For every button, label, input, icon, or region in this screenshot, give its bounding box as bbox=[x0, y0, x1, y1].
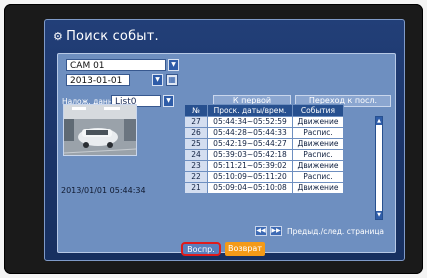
column-header-datetime: Проск. даты/врем. bbox=[207, 104, 293, 117]
table-scrollbar[interactable]: ▲ ▼ bbox=[375, 116, 383, 220]
row-event-type: Движение bbox=[292, 182, 344, 194]
dialog-title: ⚙ Поиск событ. bbox=[53, 29, 159, 44]
return-button[interactable]: Возврат bbox=[225, 242, 265, 256]
date-field[interactable]: 2013-01-01 bbox=[66, 74, 130, 86]
row-number: 23 bbox=[184, 160, 208, 172]
camera-dropdown-button[interactable]: ▼ bbox=[168, 59, 179, 71]
row-time-range: 05:11:21~05:39:02 bbox=[207, 160, 293, 172]
table-row[interactable]: 22 05:10:09~05:11:20 Распис. bbox=[184, 171, 344, 183]
row-time-range: 05:44:34~05:52:59 bbox=[207, 116, 293, 128]
events-table: № Проск. даты/врем. События 27 05:44:34~… bbox=[184, 104, 344, 194]
row-event-type: Распис. bbox=[292, 127, 344, 139]
row-time-range: 05:09:04~05:10:08 bbox=[207, 182, 293, 194]
monitor-frame: ⚙ Поиск событ. CAM 01 ▼ 2013-01-01 ▼ ▦ На… bbox=[4, 4, 423, 274]
row-event-type: Распис. bbox=[292, 171, 344, 183]
column-header-number: № bbox=[184, 104, 208, 117]
table-header-row: № Проск. даты/врем. События bbox=[184, 104, 344, 117]
play-button[interactable]: Воспр. bbox=[181, 242, 221, 256]
preview-timestamp: 2013/01/01 05:44:34 bbox=[61, 186, 146, 195]
page-nav-label: Предыд./след. страница bbox=[287, 227, 385, 236]
calendar-icon: ▦ bbox=[168, 75, 176, 84]
table-row[interactable]: 27 05:44:34~05:52:59 Движение bbox=[184, 116, 344, 128]
chevron-down-icon: ▼ bbox=[155, 76, 160, 83]
table-row[interactable]: 23 05:11:21~05:39:02 Движение bbox=[184, 160, 344, 172]
row-time-range: 05:42:19~05:44:27 bbox=[207, 138, 293, 150]
preview-thumbnail bbox=[63, 104, 137, 156]
chevron-down-icon: ▼ bbox=[166, 97, 171, 104]
calendar-button[interactable]: ▦ bbox=[166, 74, 178, 86]
table-row[interactable]: 21 05:09:04~05:10:08 Движение bbox=[184, 182, 344, 194]
row-time-range: 05:44:28~05:44:33 bbox=[207, 127, 293, 139]
next-page-button[interactable]: ▶▶ bbox=[270, 226, 282, 236]
row-number: 26 bbox=[184, 127, 208, 139]
double-left-arrow-icon: ◀◀ bbox=[256, 227, 266, 234]
row-number: 25 bbox=[184, 138, 208, 150]
row-number: 24 bbox=[184, 149, 208, 161]
table-row[interactable]: 24 05:39:03~05:42:18 Распис. bbox=[184, 149, 344, 161]
chevron-down-icon: ▼ bbox=[171, 61, 176, 68]
scroll-down-arrow[interactable]: ▼ bbox=[376, 211, 382, 219]
parking-garage-image bbox=[64, 105, 136, 155]
scroll-up-arrow[interactable]: ▲ bbox=[376, 117, 382, 125]
gear-icon: ⚙ bbox=[53, 30, 64, 43]
camera-select[interactable]: CAM 01 bbox=[66, 59, 166, 71]
double-right-arrow-icon: ▶▶ bbox=[271, 227, 281, 234]
row-event-type: Движение bbox=[292, 160, 344, 172]
row-event-type: Распис. bbox=[292, 149, 344, 161]
row-time-range: 05:10:09~05:11:20 bbox=[207, 171, 293, 183]
date-dropdown-button[interactable]: ▼ bbox=[152, 74, 163, 86]
table-row[interactable]: 26 05:44:28~05:44:33 Распис. bbox=[184, 127, 344, 139]
prev-page-button[interactable]: ◀◀ bbox=[255, 226, 267, 236]
row-number: 21 bbox=[184, 182, 208, 194]
row-event-type: Движение bbox=[292, 116, 344, 128]
table-row[interactable]: 25 05:42:19~05:44:27 Движение bbox=[184, 138, 344, 150]
row-number: 27 bbox=[184, 116, 208, 128]
overlap-dropdown-button[interactable]: ▼ bbox=[163, 95, 174, 107]
row-time-range: 05:39:03~05:42:18 bbox=[207, 149, 293, 161]
row-event-type: Движение bbox=[292, 138, 344, 150]
event-search-dialog: ⚙ Поиск событ. CAM 01 ▼ 2013-01-01 ▼ ▦ На… bbox=[44, 19, 405, 261]
column-header-event: События bbox=[292, 104, 344, 117]
row-number: 22 bbox=[184, 171, 208, 183]
